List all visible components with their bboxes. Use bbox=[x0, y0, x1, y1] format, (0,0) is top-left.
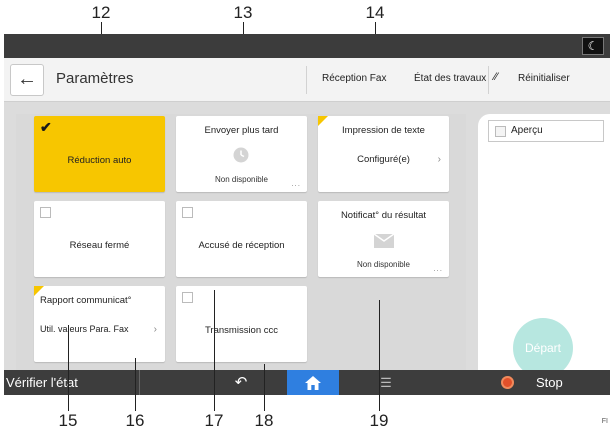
callout-line-15 bbox=[68, 325, 69, 411]
status-bar: ☾ bbox=[4, 34, 610, 58]
tile-reduction-auto[interactable]: ✔ Réduction auto bbox=[34, 116, 165, 192]
checkbox[interactable] bbox=[182, 207, 193, 218]
moon-icon[interactable]: ☾ bbox=[582, 37, 604, 55]
tile-label: Rapport communicat° bbox=[40, 295, 132, 306]
callout-13: 13 bbox=[233, 3, 253, 22]
tile-value: Configuré(e) bbox=[357, 154, 410, 165]
tile-label: Envoyer plus tard bbox=[204, 125, 279, 136]
tile-label: Réduction auto bbox=[67, 155, 132, 166]
tile-accuse-reception[interactable]: Accusé de réception bbox=[176, 201, 307, 277]
tile-impression-texte[interactable]: Impression de texte Configuré(e) › bbox=[318, 116, 449, 192]
stop-button[interactable]: Stop bbox=[536, 370, 563, 395]
callout-line-18 bbox=[264, 364, 265, 411]
callout-line-19 bbox=[379, 300, 380, 411]
more-dots-icon: ... bbox=[291, 179, 301, 188]
tile-envoyer-plus-tard[interactable]: Envoyer plus tard Non disponible ... bbox=[176, 116, 307, 192]
tile-status: Non disponible bbox=[215, 175, 268, 184]
callout-19: 19 bbox=[369, 411, 389, 430]
header-divider bbox=[306, 66, 307, 94]
depart-button[interactable]: Départ bbox=[513, 318, 573, 378]
chevron-right-icon: › bbox=[153, 324, 157, 335]
tile-status: Non disponible bbox=[357, 260, 410, 269]
header-divider bbox=[488, 66, 489, 94]
checkmark-icon: ✔ bbox=[40, 119, 52, 135]
checkbox[interactable] bbox=[495, 126, 506, 137]
figure-id: FI bbox=[601, 418, 608, 425]
checkbox[interactable] bbox=[40, 207, 51, 218]
etat-travaux-button[interactable]: État des travaux bbox=[414, 73, 486, 84]
callout-16: 16 bbox=[125, 411, 145, 430]
tile-label: Notificat° du résultat bbox=[340, 210, 427, 221]
callout-12: 12 bbox=[91, 3, 111, 22]
undo-button[interactable]: ↶ bbox=[216, 370, 266, 395]
arrow-left-icon: ← bbox=[17, 68, 37, 90]
settings-grid: ✔ Réduction auto Envoyer plus tard Non d… bbox=[16, 114, 466, 374]
apercu-checkbox[interactable]: Aperçu bbox=[488, 120, 604, 142]
back-button[interactable]: ← bbox=[10, 64, 44, 96]
figure-root: 12 13 14 ☾ ← Paramètres Réception Fax Ét… bbox=[0, 0, 610, 431]
verifier-etat-button[interactable]: Vérifier l'état bbox=[4, 370, 140, 395]
tile-label: Réseau fermé bbox=[69, 240, 130, 251]
callout-15: 15 bbox=[58, 411, 78, 430]
chevron-right-icon: › bbox=[437, 154, 441, 165]
apercu-label: Aperçu bbox=[511, 125, 543, 136]
callout-18: 18 bbox=[254, 411, 274, 430]
tile-label: Transmission ccc bbox=[204, 325, 279, 336]
side-panel: Aperçu Départ bbox=[478, 114, 610, 395]
callout-17: 17 bbox=[204, 411, 224, 430]
checkbox[interactable] bbox=[182, 292, 193, 303]
page-title: Paramètres bbox=[56, 70, 134, 87]
tile-value: Util. valeurs Para. Fax bbox=[40, 324, 129, 334]
stop-icon[interactable] bbox=[501, 376, 514, 389]
callout-line-17 bbox=[214, 290, 215, 411]
callout-14: 14 bbox=[365, 3, 385, 22]
callout-line-16 bbox=[135, 358, 136, 411]
more-dots-icon: ... bbox=[433, 264, 443, 273]
reception-fax-button[interactable]: Réception Fax bbox=[322, 73, 386, 84]
tile-notificat-resultat[interactable]: Notificat° du résultat Non disponible ..… bbox=[318, 201, 449, 277]
tile-label: Accusé de réception bbox=[198, 240, 285, 251]
tile-reseau-ferme[interactable]: Réseau fermé bbox=[34, 201, 165, 277]
clock-icon bbox=[233, 147, 249, 163]
envelope-icon bbox=[374, 234, 394, 248]
undo-icon: ↶ bbox=[234, 374, 248, 391]
tile-rapport-communicat[interactable]: Rapport communicat° Util. valeurs Para. … bbox=[34, 286, 165, 362]
tile-label: Impression de texte bbox=[342, 125, 425, 136]
reinitialiser-button[interactable]: Réinitialiser bbox=[518, 73, 570, 84]
menu-icon[interactable]: ☰ bbox=[364, 370, 408, 395]
bottom-bar: Vérifier l'état ↶ ☰ Stop bbox=[4, 370, 610, 395]
header-bar: ← Paramètres Réception Fax État des trav… bbox=[4, 58, 610, 102]
double-slash-icon: ⁄⁄ bbox=[494, 71, 498, 83]
tile-transmission-ccc[interactable]: Transmission ccc bbox=[176, 286, 307, 362]
home-icon bbox=[305, 376, 321, 390]
home-button[interactable] bbox=[287, 370, 339, 395]
device-screen: ☾ ← Paramètres Réception Fax État des tr… bbox=[4, 34, 610, 395]
